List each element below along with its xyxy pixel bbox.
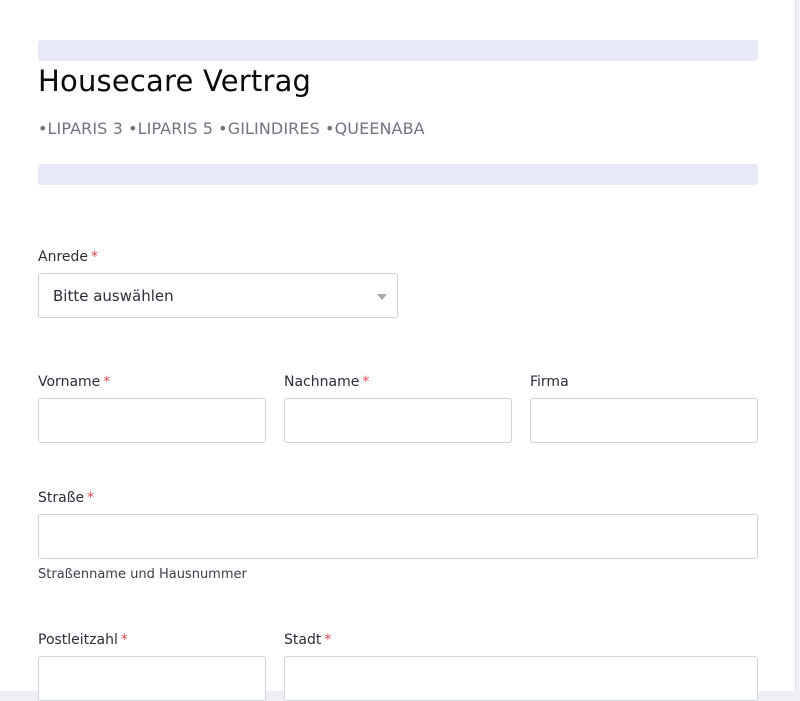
- postal-code-input[interactable]: [38, 656, 266, 701]
- salutation-label-text: Anrede: [38, 249, 89, 265]
- city-input[interactable]: [284, 656, 758, 701]
- required-marker: *: [87, 490, 95, 506]
- company-input[interactable]: [530, 398, 758, 443]
- street-label-text: Straße: [38, 490, 85, 506]
- postal-code-label-text: Postleitzahl: [38, 632, 118, 648]
- required-marker: *: [362, 374, 370, 390]
- first-name-label: Vorname *: [38, 374, 110, 390]
- first-name-label-text: Vorname: [38, 374, 101, 390]
- salutation-select-value: Bitte auswählen: [53, 287, 174, 305]
- city-label-text: Stadt: [284, 632, 322, 648]
- form-card: Housecare Vertrag •LIPARIS 3 •LIPARIS 5 …: [0, 0, 796, 701]
- last-name-input[interactable]: [284, 398, 512, 443]
- first-name-input[interactable]: [38, 398, 266, 443]
- required-marker: *: [120, 632, 128, 648]
- form-subtitle: •LIPARIS 3 •LIPARIS 5 •GILINDIRES •QUEEN…: [38, 119, 425, 138]
- header-divider-bottom: [38, 164, 758, 185]
- salutation-select[interactable]: Bitte auswählen: [38, 273, 398, 318]
- city-label: Stadt *: [284, 632, 331, 648]
- required-marker: *: [91, 249, 99, 265]
- header-divider-top: [38, 40, 758, 61]
- company-label: Firma: [530, 374, 569, 390]
- company-label-text: Firma: [530, 374, 569, 390]
- required-marker: *: [324, 632, 332, 648]
- caret-down-icon: [377, 294, 387, 300]
- required-marker: *: [103, 374, 111, 390]
- street-input[interactable]: [38, 514, 758, 559]
- last-name-label-text: Nachname: [284, 374, 360, 390]
- last-name-label: Nachname *: [284, 374, 369, 390]
- postal-code-label: Postleitzahl *: [38, 632, 128, 648]
- street-sublabel: Straßenname und Hausnummer: [38, 567, 247, 582]
- form-title: Housecare Vertrag: [38, 64, 312, 98]
- street-label: Straße *: [38, 490, 94, 506]
- salutation-label: Anrede *: [38, 249, 98, 265]
